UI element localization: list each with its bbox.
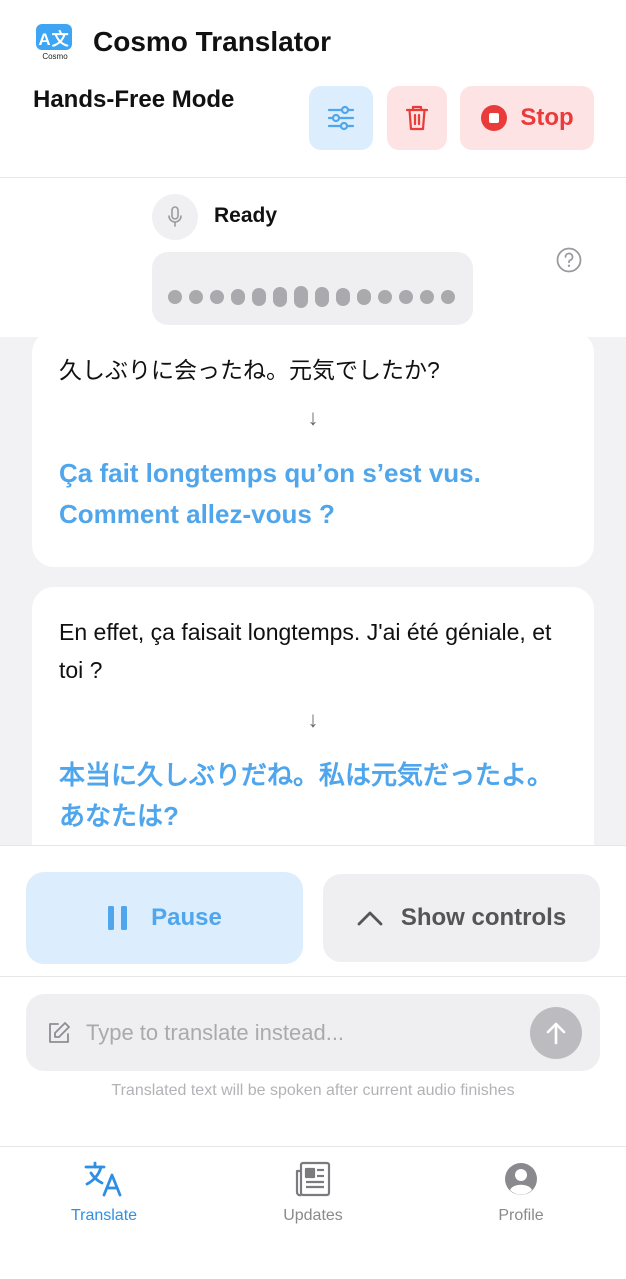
show-controls-button[interactable]: Show controls — [323, 874, 600, 962]
edit-icon — [49, 1022, 70, 1043]
translated-text: 本当に久しぶりだね。私は元気だったよ。あなたは? — [59, 760, 554, 831]
pause-icon — [108, 906, 128, 930]
waveform-bars — [168, 286, 455, 308]
tab-label: Updates — [283, 1207, 343, 1224]
tab-translate[interactable]: Translate — [29, 1159, 179, 1225]
tab-updates[interactable]: Updates — [238, 1159, 388, 1225]
delete-button[interactable] — [387, 86, 447, 150]
pause-label: Pause — [151, 904, 222, 931]
translate-icon — [84, 1161, 122, 1197]
trash-icon — [405, 105, 429, 131]
microphone-icon — [168, 206, 182, 227]
status-text: Ready — [214, 204, 278, 227]
original-text: 久しぶりに会ったね。元気でしたか? — [59, 357, 440, 383]
tab-profile[interactable]: Profile — [446, 1159, 596, 1225]
chevron-up-icon — [357, 911, 383, 926]
sliders-icon — [327, 105, 355, 131]
audio-waveform — [152, 252, 473, 325]
news-icon — [295, 1161, 331, 1197]
original-text: En effet, ça faisait longtemps. J'ai été… — [59, 619, 552, 683]
show-controls-label: Show controls — [400, 904, 567, 931]
logo-subtext: Cosmo — [42, 52, 68, 61]
logo-mark: A文 — [36, 24, 72, 50]
stop-button[interactable]: Stop — [460, 86, 594, 150]
text-input-row — [26, 994, 600, 1071]
tab-label: Profile — [498, 1207, 544, 1224]
tab-label: Translate — [70, 1207, 138, 1224]
translated-text: Ça fait longtemps qu’on s’est vus. Comme… — [59, 458, 481, 529]
conversation-list: 久しぶりに会ったね。元気でしたか? ↓ Ça fait longtemps qu… — [0, 337, 626, 845]
translate-text-input[interactable] — [86, 1012, 516, 1054]
pause-button[interactable]: Pause — [26, 872, 303, 964]
stop-icon — [481, 105, 508, 131]
arrow-up-icon — [546, 1022, 566, 1045]
mic-indicator — [152, 194, 198, 240]
arrow-down-icon: ↓ — [307, 405, 319, 430]
tab-bar: Translate Updates Profile — [0, 1146, 626, 1279]
send-button[interactable] — [530, 1007, 582, 1059]
help-icon — [556, 247, 582, 273]
profile-icon — [505, 1163, 537, 1195]
help-button[interactable] — [556, 247, 582, 273]
settings-button[interactable] — [309, 86, 373, 150]
app-header: A文 Cosmo Cosmo Translator Hands-Free Mod… — [0, 0, 626, 178]
app-title: Cosmo Translator — [93, 26, 332, 57]
translation-card: 久しぶりに会ったね。元気でしたか? ↓ Ça fait longtemps qu… — [32, 337, 594, 567]
stop-label: Stop — [520, 104, 574, 131]
app-logo: A文 Cosmo — [36, 24, 74, 62]
arrow-down-icon: ↓ — [307, 707, 319, 732]
translation-card: En effet, ça faisait longtemps. J'ai été… — [32, 587, 594, 845]
mode-title: Hands-Free Mode — [33, 86, 235, 113]
input-hint: Translated text will be spoken after cur… — [111, 1082, 515, 1099]
